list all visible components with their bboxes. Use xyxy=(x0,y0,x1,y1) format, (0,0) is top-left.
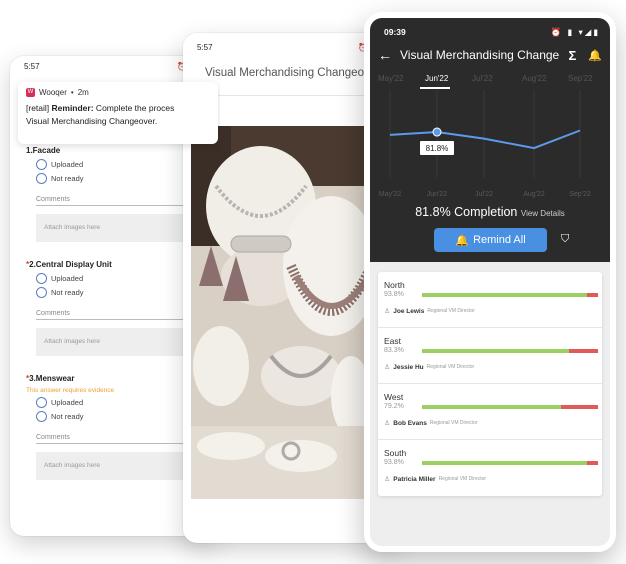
user-icon: ♙ xyxy=(384,420,391,427)
month-tab-0[interactable]: May'22 xyxy=(378,74,404,83)
notification-header: W Wooqer • 2m xyxy=(26,88,89,97)
jewelry-photo-illustration xyxy=(191,126,373,499)
notification-card[interactable]: W Wooqer • 2m [retail] Reminder: Complet… xyxy=(18,82,218,144)
month-tab-1[interactable]: Jun'22 xyxy=(425,74,448,83)
region-owner: ♙ Jessie Hu Regional VM Director xyxy=(384,363,596,372)
radio-button[interactable] xyxy=(36,397,47,408)
region-owner: ♙ Bob Evans Regional VM Director xyxy=(384,419,596,428)
region-progress-bar xyxy=(422,405,598,409)
region-owner: ♙ Joe Lewis Regional VM Director xyxy=(384,307,596,316)
region-name: South xyxy=(384,448,407,458)
radio-button[interactable] xyxy=(36,159,47,170)
wooqer-app-icon: W xyxy=(26,88,35,97)
completion-line-chart: 81.8% May'22 Jun'22 Jul'22 Aug'22 Sep'22 xyxy=(379,90,591,198)
x-tick-label: May'22 xyxy=(379,191,401,198)
active-tab-underline xyxy=(420,87,450,89)
owner-role: Regional VM Director xyxy=(426,364,475,370)
region-progress-bar xyxy=(422,349,598,353)
user-icon: ♙ xyxy=(384,364,391,371)
completion-summary: 81.8% Completion View Details xyxy=(370,205,610,219)
radio-button[interactable] xyxy=(36,411,47,422)
status-bar: 09:39 ⏰ ▮ ▾◢▮ xyxy=(370,18,610,42)
region-row-west[interactable]: West 79.2% ♙ Bob Evans Regional VM Director xyxy=(378,384,602,440)
back-arrow-icon[interactable]: ← xyxy=(378,47,392,63)
bell-ring-icon: 🔔 xyxy=(455,234,470,247)
series-line xyxy=(389,129,581,150)
app-bar: ← Visual Merchandising Change Σ 🔔 xyxy=(370,42,610,68)
region-row-north[interactable]: North 93.8% ♙ Joe Lewis Regional VM Director xyxy=(378,272,602,328)
dashboard-header: 09:39 ⏰ ▮ ▾◢▮ ← Visual Merchandising Cha… xyxy=(370,18,610,262)
x-tick-label: Aug'22 xyxy=(523,191,545,198)
notification-body: [retail] Reminder: Complete the proces V… xyxy=(26,103,175,126)
radio-button[interactable] xyxy=(36,173,47,184)
attach-images-button[interactable]: Attach images here xyxy=(36,328,206,356)
owner-role: Regional VM Director xyxy=(438,476,487,482)
region-row-east[interactable]: East 83.3% ♙ Jessie Hu Regional VM Director xyxy=(378,328,602,384)
owner-role: Regional VM Director xyxy=(427,308,475,314)
radio-button[interactable] xyxy=(36,273,47,284)
owner-name: Joe Lewis xyxy=(393,307,425,315)
attach-images-button[interactable]: Attach images here xyxy=(36,452,206,480)
user-icon: ♙ xyxy=(384,476,391,483)
status-time: 09:39 xyxy=(384,27,406,37)
region-name: East xyxy=(384,336,402,346)
filter-icon[interactable]: ⛉ xyxy=(561,233,569,246)
owner-name: Patricia Miller xyxy=(393,475,436,483)
user-icon: ♙ xyxy=(384,308,391,315)
remind-all-button[interactable]: 🔔 Remind All xyxy=(434,228,547,252)
completion-text: 81.8% Completion xyxy=(415,205,518,219)
month-tab-2[interactable]: Jul'22 xyxy=(472,74,493,83)
comments-field[interactable]: Comments xyxy=(36,196,206,206)
month-tab-4[interactable]: Sep'22 xyxy=(568,74,593,83)
jewelry-display-photo xyxy=(191,126,373,499)
marketing-composite: 5:57 ⏰ ▯ ▾ W Wooqer • 2m [retail] Remind… xyxy=(0,0,626,564)
owner-role: Regional VM Director xyxy=(429,420,478,426)
month-tabs: May'22 Jun'22 Jul'22 Aug'22 Sep'22 xyxy=(370,68,610,90)
region-row-south[interactable]: South 93.8% ♙ Patricia Miller Regional VM Di… xyxy=(378,440,602,496)
x-tick-label: Jul'22 xyxy=(475,191,493,198)
notification-app-name: Wooqer xyxy=(39,88,67,97)
comments-field[interactable]: Comments xyxy=(36,310,206,320)
x-tick-label: Sep'22 xyxy=(569,191,591,198)
region-name: West xyxy=(384,392,404,402)
x-tick-label: Jun'22 xyxy=(427,191,448,198)
remind-all-label: Remind All xyxy=(473,234,526,246)
month-tab-3[interactable]: Aug'22 xyxy=(522,74,547,83)
region-progress-fill xyxy=(422,293,588,297)
page-title: Visual Merchandising Change xyxy=(400,48,560,62)
data-point-highlight[interactable] xyxy=(432,127,442,137)
region-progress-bar xyxy=(422,461,598,465)
tooltip-label: 81.8% xyxy=(426,144,449,153)
comments-field[interactable]: Comments xyxy=(36,434,206,444)
region-progress-fill xyxy=(422,405,562,409)
status-time: 5:57 xyxy=(24,62,40,71)
region-owner: ♙ Patricia Miller Regional VM Director xyxy=(384,475,596,484)
notification-bold: Reminder: xyxy=(51,103,94,113)
owner-name: Bob Evans xyxy=(393,419,427,427)
region-progress-bar xyxy=(422,293,598,297)
region-name: North xyxy=(384,280,405,290)
notification-age: 2m xyxy=(77,88,89,97)
view-details-link[interactable]: View Details xyxy=(521,209,565,218)
status-time: 5:57 xyxy=(197,43,213,52)
phone-dashboard: 09:39 ⏰ ▮ ▾◢▮ ← Visual Merchandising Cha… xyxy=(364,12,616,552)
attach-images-button[interactable]: Attach images here xyxy=(36,214,206,242)
bell-icon[interactable]: 🔔 xyxy=(588,49,602,62)
regions-panel: North 93.8% ♙ Joe Lewis Regional VM Director… xyxy=(370,262,610,546)
remind-row: 🔔 Remind All ⛉ xyxy=(370,228,610,252)
radio-button[interactable] xyxy=(36,287,47,298)
owner-name: Jessie Hu xyxy=(393,363,424,371)
sigma-icon[interactable]: Σ xyxy=(568,48,576,63)
regions-card: North 93.8% ♙ Joe Lewis Regional VM Director… xyxy=(378,272,602,496)
region-progress-fill xyxy=(422,461,588,465)
region-progress-fill xyxy=(422,349,569,353)
status-icons: ⏰ ▮ ▾◢▮ xyxy=(550,27,600,37)
